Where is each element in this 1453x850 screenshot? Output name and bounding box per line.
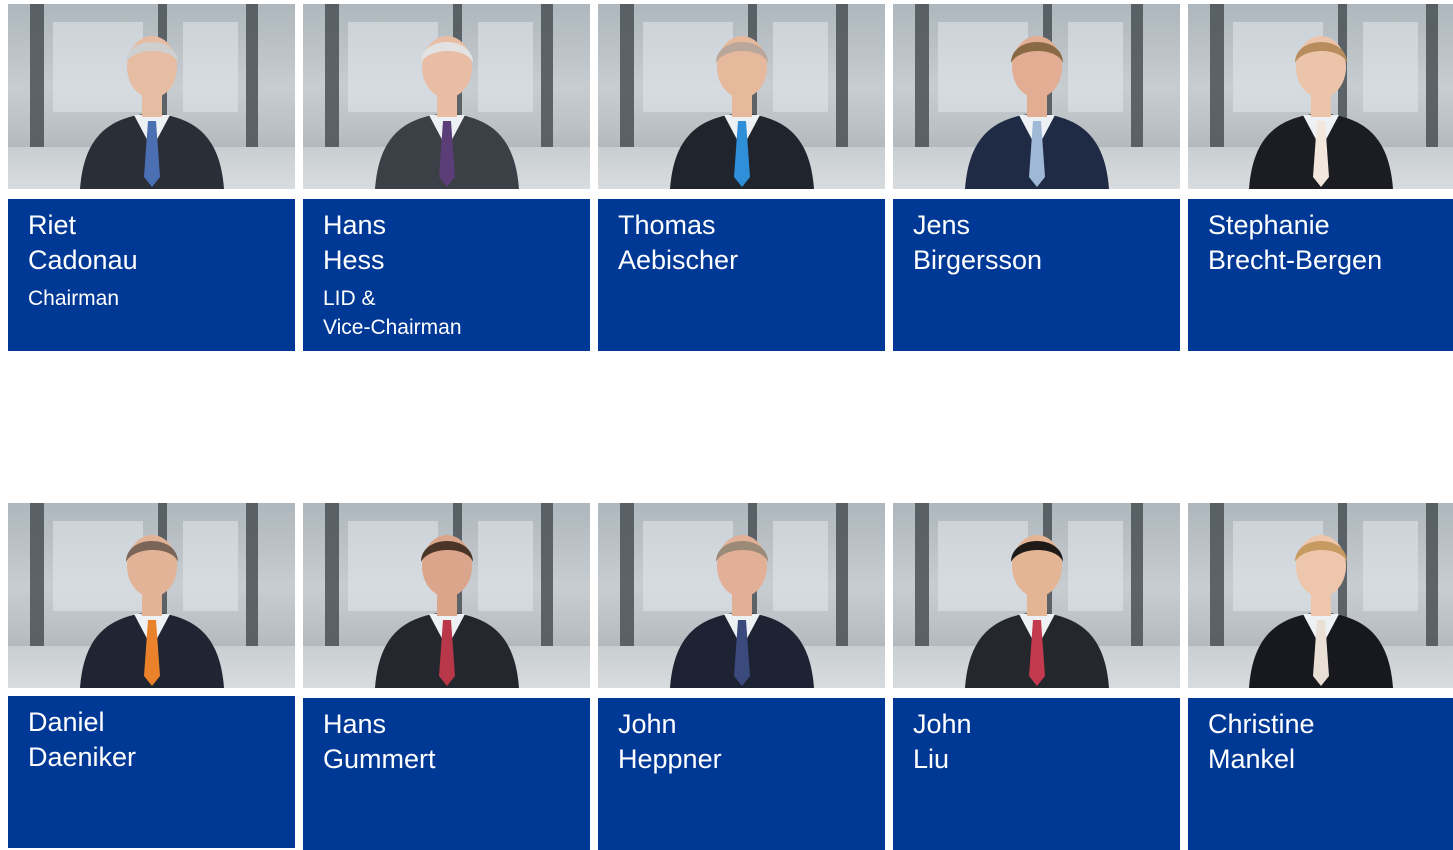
member-last-name: Mankel — [1208, 744, 1296, 774]
member-label: Thomas Aebischer — [598, 199, 885, 351]
member-last-name: Hess — [323, 245, 385, 275]
person-silhouette — [964, 535, 1109, 688]
member-first-name: Jens — [913, 210, 971, 240]
portrait-photo — [598, 4, 885, 189]
portrait-photo — [8, 4, 295, 189]
person-silhouette — [964, 36, 1109, 189]
portrait-photo — [8, 503, 295, 688]
person-silhouette — [1248, 535, 1393, 688]
portrait-photo — [893, 4, 1180, 189]
member-role-line: LID & — [323, 287, 376, 310]
member-last-name: Brecht-Bergen — [1208, 245, 1383, 275]
member-label: Christine Mankel — [1188, 698, 1453, 850]
member-first-name: Hans — [323, 709, 387, 739]
member-first-name: Daniel — [28, 707, 105, 737]
portrait-photo — [1188, 4, 1453, 189]
person-silhouette — [669, 535, 814, 688]
member-label: Hans Hess LID & Vice-Chairman — [303, 199, 590, 351]
portrait-photo — [1188, 503, 1453, 688]
member-label: John Liu — [893, 698, 1180, 850]
portrait-photo — [598, 503, 885, 688]
member-last-name: Birgersson — [913, 245, 1043, 275]
person-silhouette — [669, 36, 814, 189]
member-label: Daniel Daeniker — [8, 696, 295, 848]
person-silhouette — [1248, 36, 1393, 189]
portrait-photo — [893, 503, 1180, 688]
member-label: John Heppner — [598, 698, 885, 850]
member-label: Jens Birgersson — [893, 199, 1180, 351]
member-first-name: Christine — [1208, 709, 1315, 739]
member-first-name: Stephanie — [1208, 210, 1330, 240]
person-silhouette — [79, 36, 224, 189]
member-label: Hans Gummert — [303, 698, 590, 850]
member-last-name: Gummert — [323, 744, 436, 774]
member-label: Stephanie Brecht-Bergen — [1188, 199, 1453, 351]
member-last-name: Daeniker — [28, 742, 137, 772]
member-last-name: Liu — [913, 744, 950, 774]
portrait-photo — [303, 4, 590, 189]
member-label: Riet Cadonau Chairman — [8, 199, 295, 351]
member-last-name: Aebischer — [618, 245, 739, 275]
member-last-name: Heppner — [618, 744, 722, 774]
person-silhouette — [79, 535, 224, 688]
member-role: Chairman — [28, 284, 295, 313]
member-first-name: John — [618, 709, 677, 739]
member-first-name: Thomas — [618, 210, 716, 240]
person-silhouette — [374, 36, 519, 189]
member-first-name: Riet — [28, 210, 77, 240]
member-role: LID & Vice-Chairman — [323, 284, 590, 342]
person-silhouette — [374, 535, 519, 688]
member-last-name: Cadonau — [28, 245, 138, 275]
member-role-line: Vice-Chairman — [323, 316, 462, 339]
portrait-photo — [303, 503, 590, 688]
member-first-name: John — [913, 709, 972, 739]
member-role-line: Chairman — [28, 287, 120, 310]
member-first-name: Hans — [323, 210, 387, 240]
